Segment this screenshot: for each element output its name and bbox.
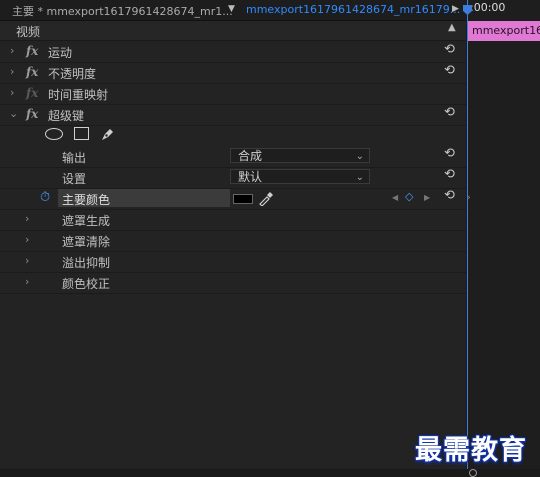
chevron-down-icon[interactable]: ⌄ bbox=[9, 107, 18, 120]
chevron-right-icon[interactable]: › bbox=[10, 65, 14, 78]
chevron-right-icon[interactable]: › bbox=[25, 254, 29, 267]
effect-label: 运动 bbox=[48, 46, 73, 60]
reset-icon[interactable]: ⟲ bbox=[444, 42, 455, 57]
clip-name: mmexport1617961428674 bbox=[472, 24, 540, 37]
effect-label: 超级键 bbox=[48, 109, 85, 123]
sequence-tab[interactable]: mmexport1617961428674_mr16179... bbox=[246, 3, 460, 16]
eyedropper-icon[interactable] bbox=[258, 190, 274, 206]
chevron-right-icon[interactable]: › bbox=[25, 275, 29, 288]
fx-icon-disabled: fx bbox=[26, 86, 39, 100]
source-tab[interactable]: 主要 * mmexport1617961428674_mr1... bbox=[12, 3, 233, 19]
ellipse-mask-icon[interactable] bbox=[45, 128, 63, 140]
fx-icon[interactable]: fx bbox=[26, 65, 38, 79]
horizontal-scrollbar[interactable] bbox=[0, 469, 540, 477]
video-section-header bbox=[0, 21, 466, 41]
scroll-handle-icon[interactable] bbox=[469, 469, 477, 477]
chevron-down-icon: ⌄ bbox=[355, 172, 364, 183]
effect-label: 时间重映射 bbox=[48, 88, 109, 102]
section-title: 视频 bbox=[16, 25, 41, 39]
reset-icon[interactable]: ⟲ bbox=[444, 167, 455, 182]
group-label: 颜色校正 bbox=[62, 277, 111, 291]
reset-icon[interactable]: ⟲ bbox=[444, 188, 455, 203]
setting-dropdown[interactable]: 默认 ⌄ bbox=[230, 169, 370, 184]
group-label: 遮罩清除 bbox=[62, 235, 111, 249]
effect-label: 不透明度 bbox=[48, 67, 97, 81]
setting-value: 默认 bbox=[238, 170, 263, 184]
collapse-up-icon[interactable]: ▲ bbox=[448, 22, 456, 33]
chevron-right-icon[interactable]: › bbox=[25, 233, 29, 246]
pen-mask-icon[interactable] bbox=[100, 126, 116, 142]
group-label: 遮罩生成 bbox=[62, 214, 111, 228]
group-label: 溢出抑制 bbox=[62, 256, 111, 270]
setting-label: 设置 bbox=[62, 172, 87, 186]
timecode: :00:00 bbox=[470, 1, 506, 14]
add-keyframe-icon[interactable]: ◇ bbox=[405, 190, 413, 203]
mini-timeline[interactable] bbox=[466, 0, 540, 477]
fx-icon[interactable]: fx bbox=[26, 44, 38, 58]
playhead-line[interactable] bbox=[467, 0, 468, 477]
key-color-label: 主要颜色 bbox=[62, 193, 111, 207]
fx-icon[interactable]: fx bbox=[26, 107, 38, 121]
chevron-down-icon[interactable]: ▼ bbox=[228, 4, 235, 14]
next-keyframe-icon[interactable]: ▶ bbox=[424, 193, 430, 202]
prev-keyframe-icon[interactable]: ◀ bbox=[392, 193, 398, 202]
key-color-swatch[interactable] bbox=[233, 194, 253, 204]
chevron-right-icon[interactable]: › bbox=[10, 44, 14, 57]
stopwatch-icon[interactable]: ⏱ bbox=[40, 190, 50, 205]
play-triangle-icon[interactable]: ▶ bbox=[452, 4, 459, 14]
reset-icon[interactable]: ⟲ bbox=[444, 105, 455, 120]
chevron-right-icon[interactable]: › bbox=[25, 212, 29, 225]
clip-bar[interactable]: mmexport1617961428674 bbox=[468, 21, 540, 41]
output-value: 合成 bbox=[238, 149, 263, 163]
watermark-text: 最需教育 bbox=[415, 435, 527, 466]
chevron-right-icon[interactable]: › bbox=[10, 86, 14, 99]
output-dropdown[interactable]: 合成 ⌄ bbox=[230, 148, 370, 163]
rectangle-mask-icon[interactable] bbox=[74, 127, 89, 140]
reset-icon[interactable]: ⟲ bbox=[444, 63, 455, 78]
chevron-down-icon: ⌄ bbox=[355, 151, 364, 162]
output-label: 输出 bbox=[62, 151, 87, 165]
reset-icon[interactable]: ⟲ bbox=[444, 146, 455, 161]
